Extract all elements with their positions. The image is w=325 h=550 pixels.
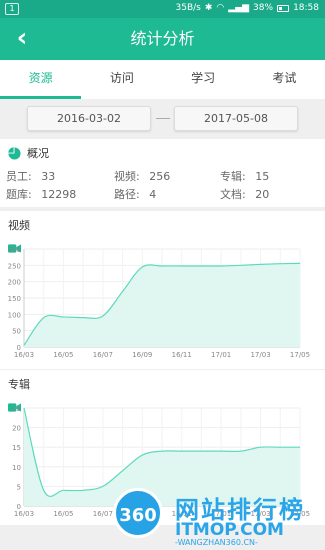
y-tick-label: 150 bbox=[8, 295, 21, 303]
x-tick-label: 17/01 bbox=[211, 351, 231, 359]
start-date-button[interactable]: 2016-03-02 bbox=[27, 106, 151, 131]
y-tick-label: 200 bbox=[8, 279, 21, 287]
battery-icon bbox=[277, 4, 290, 12]
stat-label: 路径: bbox=[114, 188, 140, 201]
video-chart: 05010015020025030016/03 16/05 16/07 16/09 16… bbox=[8, 246, 310, 359]
page-title: 统计分析 bbox=[130, 29, 195, 48]
bluetooth-icon: ✱ bbox=[204, 3, 213, 13]
album-chart-title: 专辑 bbox=[8, 378, 30, 391]
tab-exams[interactable]: 考试 bbox=[244, 60, 325, 99]
album-chart-header: 专辑 bbox=[8, 376, 30, 412]
stat-videos: 视频: 256 bbox=[114, 168, 170, 184]
y-tick-label: 300 bbox=[8, 246, 21, 254]
y-tick-label: 20 bbox=[12, 425, 21, 433]
x-tick-label: 16/03 bbox=[14, 351, 34, 359]
series-area bbox=[24, 263, 300, 347]
date-range: 2016-03-02 2017-05-08 bbox=[0, 99, 325, 136]
watermark-url: -WANGZHAN360.CN- bbox=[175, 538, 258, 547]
status-icons: 35B/s ✱ ◠ ▂▄▆ 38% 18:58 bbox=[176, 3, 319, 13]
app-bar: ‹ 统计分析 bbox=[0, 18, 325, 60]
stat-label: 员工: bbox=[6, 170, 32, 183]
battery-percent: 38% bbox=[253, 3, 274, 13]
video-chart-header: 视频 bbox=[8, 217, 30, 253]
stat-value: 33 bbox=[41, 170, 56, 183]
x-tick-label: 16/05 bbox=[53, 510, 73, 518]
stat-value: 256 bbox=[149, 170, 171, 183]
stat-label: 视频: bbox=[114, 170, 140, 183]
x-tick-label: 17/05 bbox=[290, 351, 310, 359]
stat-label: 专辑: bbox=[220, 170, 246, 183]
y-tick-label: 15 bbox=[12, 444, 21, 452]
clock: 18:58 bbox=[293, 3, 319, 13]
stat-label: 题库: bbox=[6, 188, 32, 201]
network-speed: 35B/s bbox=[175, 3, 201, 13]
x-tick-label: 16/03 bbox=[14, 510, 34, 518]
stat-question-bank: 题库: 12298 bbox=[6, 186, 76, 202]
y-tick-label: 100 bbox=[8, 311, 21, 319]
x-tick-label: 16/05 bbox=[53, 351, 73, 359]
watermark-logo: 360 网站排行榜 ITMOP.COM -WANGZHAN360.CN- bbox=[95, 486, 325, 550]
pie-chart-icon bbox=[8, 146, 21, 160]
y-tick-label: 25 bbox=[12, 405, 21, 413]
tab-bar: 资源 访问 学习 考试 bbox=[0, 60, 325, 99]
wifi-icon: ◠ bbox=[216, 3, 225, 13]
signal-icon: ▂▄▆ bbox=[228, 3, 250, 13]
x-tick-label: 17/03 bbox=[250, 351, 270, 359]
stat-albums: 专辑: 15 bbox=[220, 168, 269, 184]
stat-value: 4 bbox=[149, 188, 157, 201]
overview-card: 概况 员工: 33 视频: 256 专辑: 15 题库: 12298 路径: 4… bbox=[0, 139, 325, 207]
end-date-button[interactable]: 2017-05-08 bbox=[174, 106, 298, 131]
video-chart-title: 视频 bbox=[8, 219, 30, 232]
stat-value: 12298 bbox=[41, 188, 77, 201]
overview-header: 概况 bbox=[8, 145, 49, 161]
y-tick-label: 10 bbox=[12, 464, 21, 472]
status-bar: 1 35B/s ✱ ◠ ▂▄▆ 38% 18:58 bbox=[0, 0, 325, 18]
stat-employees: 员工: 33 bbox=[6, 168, 55, 184]
y-tick-label: 5 bbox=[17, 483, 21, 491]
x-tick-label: 16/07 bbox=[93, 351, 113, 359]
tab-learning[interactable]: 学习 bbox=[163, 60, 244, 99]
watermark-badge: 360 bbox=[113, 488, 163, 538]
overview-title: 概况 bbox=[27, 147, 49, 160]
x-tick-label: 16/09 bbox=[132, 351, 152, 359]
stat-paths: 路径: 4 bbox=[114, 186, 156, 202]
tab-resources[interactable]: 资源 bbox=[0, 60, 82, 99]
stat-label: 文档: bbox=[220, 188, 246, 201]
tab-visits[interactable]: 访问 bbox=[81, 60, 162, 99]
x-tick-label: 16/11 bbox=[172, 351, 192, 359]
stat-value: 15 bbox=[255, 170, 270, 183]
date-separator bbox=[156, 118, 170, 119]
stat-value: 20 bbox=[255, 188, 270, 201]
y-tick-label: 250 bbox=[8, 262, 21, 270]
notification-badge: 1 bbox=[5, 3, 19, 15]
watermark-site: ITMOP.COM bbox=[175, 520, 284, 540]
video-chart-card: 视频 0 50 100 150 200 250 300 16/03 16/05 16/07 16/0… bbox=[0, 211, 325, 369]
y-tick-label: 50 bbox=[12, 328, 21, 336]
stat-documents: 文档: 20 bbox=[220, 186, 269, 202]
